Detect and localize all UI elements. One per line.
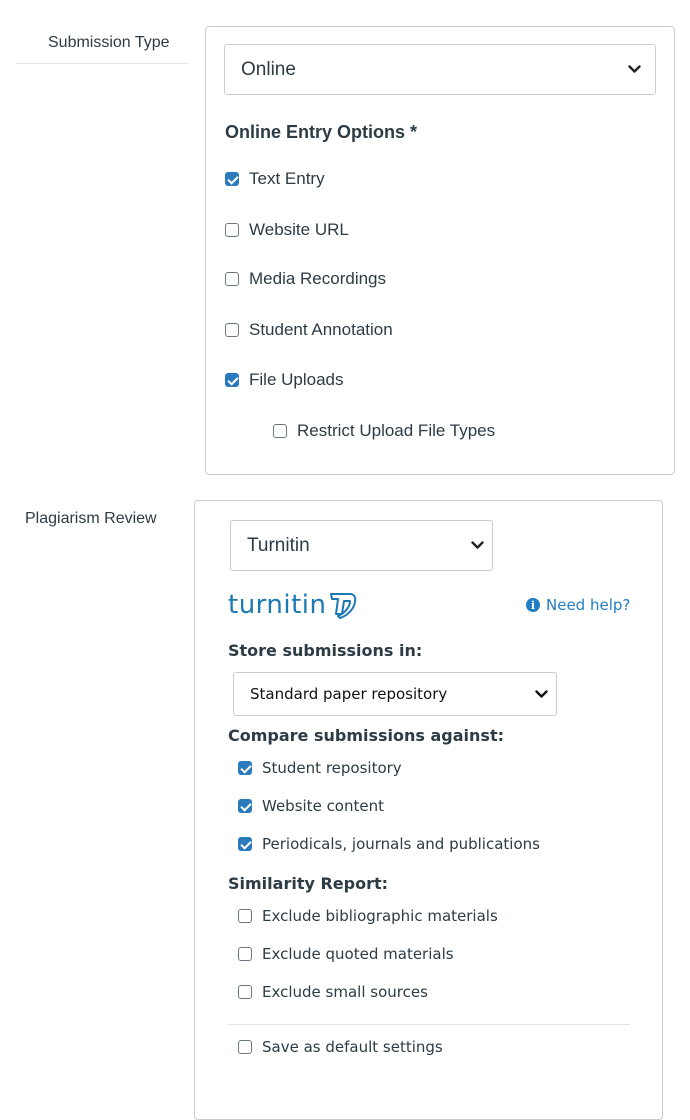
checkbox-unchecked[interactable] xyxy=(225,223,239,237)
store-submissions-select[interactable]: Standard paper repository xyxy=(233,672,557,716)
option-file-uploads[interactable]: File Uploads xyxy=(225,370,344,390)
checkbox-unchecked[interactable] xyxy=(238,985,252,999)
compare-student-repository[interactable]: Student repository xyxy=(238,759,402,777)
exclude-small-sources[interactable]: Exclude small sources xyxy=(238,983,428,1001)
need-help-link[interactable]: i Need help? xyxy=(526,596,630,614)
submission-type-rule xyxy=(16,63,188,64)
plagiarism-review-label: Plagiarism Review xyxy=(25,510,157,527)
checkbox-unchecked[interactable] xyxy=(225,272,239,286)
chevron-down-icon xyxy=(471,541,484,549)
online-entry-options-heading: Online Entry Options * xyxy=(225,122,418,142)
option-label: Exclude small sources xyxy=(262,983,428,1001)
option-media-recordings[interactable]: Media Recordings xyxy=(225,269,386,289)
plagiarism-service-select[interactable]: Turnitin xyxy=(230,520,493,571)
store-submissions-heading: Store submissions in: xyxy=(228,641,423,660)
checkbox-checked[interactable] xyxy=(238,799,252,813)
option-website-url[interactable]: Website URL xyxy=(225,220,349,240)
similarity-report-heading: Similarity Report: xyxy=(228,874,389,893)
submission-type-select[interactable]: Online xyxy=(224,44,656,95)
option-label: Student Annotation xyxy=(249,320,393,339)
checkbox-unchecked[interactable] xyxy=(238,1040,252,1054)
option-text-entry[interactable]: Text Entry xyxy=(225,169,325,189)
compare-periodicals[interactable]: Periodicals, journals and publications xyxy=(238,835,540,853)
need-help-text: Need help? xyxy=(546,596,631,614)
checkbox-checked[interactable] xyxy=(238,837,252,851)
checkbox-unchecked[interactable] xyxy=(225,323,239,337)
checkbox-unchecked[interactable] xyxy=(273,424,287,438)
plagiarism-service-select-value: Turnitin xyxy=(247,534,310,556)
turnitin-logo-icon xyxy=(329,593,356,619)
option-label: File Uploads xyxy=(249,370,344,389)
divider xyxy=(228,1024,630,1025)
store-submissions-select-value: Standard paper repository xyxy=(250,685,448,703)
turnitin-logo: turnitin xyxy=(228,588,362,622)
info-icon: i xyxy=(526,598,540,612)
compare-website-content[interactable]: Website content xyxy=(238,797,384,815)
option-student-annotation[interactable]: Student Annotation xyxy=(225,320,393,340)
option-label: Periodicals, journals and publications xyxy=(262,835,540,853)
option-label: Restrict Upload File Types xyxy=(297,421,496,440)
option-label: Text Entry xyxy=(249,169,325,188)
checkbox-unchecked[interactable] xyxy=(238,947,252,961)
turnitin-logo-text: turnitin xyxy=(228,590,327,620)
compare-submissions-heading: Compare submissions against: xyxy=(228,726,504,745)
chevron-down-icon xyxy=(535,689,548,698)
exclude-bibliographic[interactable]: Exclude bibliographic materials xyxy=(238,907,498,925)
submission-type-label: Submission Type xyxy=(48,34,170,51)
checkbox-unchecked[interactable] xyxy=(238,909,252,923)
option-label: Student repository xyxy=(262,759,402,777)
option-label: Exclude bibliographic materials xyxy=(262,907,498,925)
option-label: Website content xyxy=(262,797,384,815)
checkbox-checked[interactable] xyxy=(225,172,239,186)
checkbox-checked[interactable] xyxy=(238,761,252,775)
checkbox-checked[interactable] xyxy=(225,373,239,387)
option-label: Media Recordings xyxy=(249,269,387,288)
submission-type-select-value: Online xyxy=(241,58,296,80)
option-restrict-upload-file-types[interactable]: Restrict Upload File Types xyxy=(273,421,495,441)
chevron-down-icon xyxy=(628,65,641,73)
exclude-quoted[interactable]: Exclude quoted materials xyxy=(238,945,454,963)
save-default-settings[interactable]: Save as default settings xyxy=(238,1038,443,1056)
option-label: Website URL xyxy=(249,220,349,239)
option-label: Save as default settings xyxy=(262,1038,443,1056)
option-label: Exclude quoted materials xyxy=(262,945,454,963)
